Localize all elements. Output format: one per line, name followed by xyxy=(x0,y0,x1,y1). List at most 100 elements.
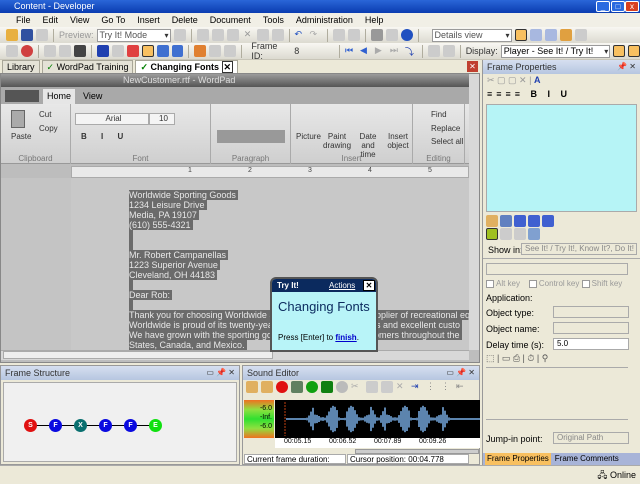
frame-node[interactable]: F xyxy=(99,419,112,432)
preview-go-icon[interactable] xyxy=(173,29,186,41)
panel-controls[interactable]: ▭ 📌 ✕ xyxy=(206,366,235,380)
action-select[interactable] xyxy=(486,263,628,275)
check-tab-icon[interactable] xyxy=(500,215,512,227)
scroll-thumb[interactable] xyxy=(3,351,273,359)
next-frame-icon[interactable]: ▶ xyxy=(375,45,387,57)
import-sound-icon[interactable] xyxy=(246,381,258,393)
display-mode2-icon[interactable] xyxy=(628,45,640,57)
undo-icon[interactable]: ↶ xyxy=(295,29,307,41)
shift-checkbox[interactable] xyxy=(581,279,590,288)
menu-delete[interactable]: Delete xyxy=(166,13,204,27)
menu-goto[interactable]: Go To xyxy=(95,13,131,27)
fit-icon[interactable]: ⇥ xyxy=(411,381,423,393)
pin-close-icons[interactable]: 📌 ✕ xyxy=(617,60,636,74)
marker2-icon[interactable]: ⋮ xyxy=(441,381,453,393)
view-select[interactable]: Details view xyxy=(431,28,512,42)
branch2-icon[interactable] xyxy=(442,45,455,57)
finish-link[interactable]: finish xyxy=(335,333,356,342)
menu-edit[interactable]: Edit xyxy=(37,13,65,27)
delete-icon[interactable]: ✕ xyxy=(396,381,408,393)
display-select[interactable]: Player - See It! / Try It! xyxy=(500,44,611,58)
action-icon[interactable] xyxy=(500,228,512,240)
record-icon[interactable] xyxy=(276,381,288,393)
tab-wordpad-training[interactable]: ✓ WordPad Training xyxy=(41,60,134,73)
cut-button[interactable]: Cut xyxy=(39,110,51,119)
tab-frame-comments[interactable]: Frame Comments xyxy=(553,453,621,465)
paste-icon[interactable] xyxy=(11,110,25,128)
frame-node[interactable]: E xyxy=(149,419,162,432)
paint-button[interactable]: Paint drawing xyxy=(323,132,351,150)
spellcheck-icon[interactable] xyxy=(385,29,398,41)
object-name-input[interactable] xyxy=(553,322,629,334)
paste-button[interactable]: Paste xyxy=(11,132,31,141)
delete-icon[interactable]: ✕ xyxy=(242,29,254,41)
action-icons[interactable]: ⬚ | ▭ ⎙ | ⏱ | ⚲ xyxy=(486,353,548,364)
play-icon[interactable] xyxy=(306,381,318,393)
ribbon-tab-view[interactable]: View xyxy=(83,91,102,101)
bucket-icon[interactable] xyxy=(528,228,540,240)
frame-prev-icon[interactable] xyxy=(171,45,184,57)
open-icon[interactable] xyxy=(6,29,18,41)
window-tab-icon[interactable] xyxy=(528,215,540,227)
find-button[interactable]: Find xyxy=(431,110,447,119)
panel-controls[interactable]: ▭ 📌 ✕ xyxy=(446,366,475,380)
screenshot2-icon[interactable] xyxy=(224,45,237,57)
control-checkbox[interactable] xyxy=(528,279,537,288)
menu-help[interactable]: Help xyxy=(359,13,390,27)
frame-node[interactable]: S xyxy=(24,419,37,432)
link-tab-icon[interactable] xyxy=(514,215,526,227)
picture-button[interactable]: Picture xyxy=(296,132,321,141)
frame-copy-icon[interactable] xyxy=(111,45,124,57)
action-tab-icon[interactable] xyxy=(486,215,498,227)
replace-button[interactable]: Replace xyxy=(431,124,460,133)
prev-frame-icon[interactable]: ◀ xyxy=(360,45,372,57)
branch-icon[interactable] xyxy=(427,45,440,57)
menu-file[interactable]: File xyxy=(10,13,37,27)
record-icon[interactable] xyxy=(6,45,18,57)
font-name-select[interactable]: Arial xyxy=(75,113,149,125)
last-frame-icon[interactable]: ⏭ xyxy=(390,45,402,57)
layout-horizontal-icon[interactable] xyxy=(529,29,542,41)
collapse-icon[interactable] xyxy=(347,29,360,41)
screenshot-icon[interactable] xyxy=(209,45,222,57)
save-icon[interactable] xyxy=(21,29,33,41)
checkin-icon[interactable] xyxy=(559,29,572,41)
menu-administration[interactable]: Administration xyxy=(290,13,359,27)
edit-icon[interactable] xyxy=(126,45,139,57)
close-tab-icon[interactable]: ✕ xyxy=(221,61,234,73)
copy-icon[interactable] xyxy=(211,29,224,41)
first-frame-icon[interactable]: ⏮ xyxy=(345,45,357,57)
frame-link-icon[interactable] xyxy=(96,45,109,57)
maximize-button[interactable]: □ xyxy=(611,1,625,12)
menu-view[interactable]: View xyxy=(64,13,95,27)
alt-checkbox[interactable] xyxy=(486,279,494,288)
frame-node[interactable]: F xyxy=(49,419,62,432)
mic-icon[interactable] xyxy=(291,381,303,393)
cut-icon[interactable]: ✂ xyxy=(351,381,363,393)
close-document-icon[interactable]: ✕ xyxy=(467,61,478,72)
tab-changing-fonts[interactable]: ✓ Changing Fonts ✕ xyxy=(135,60,239,73)
copy-icon[interactable] xyxy=(366,381,378,393)
delay-select[interactable]: 5.0 xyxy=(553,338,629,350)
paste-icon[interactable] xyxy=(226,29,239,41)
trim-icon[interactable]: ⇤ xyxy=(456,381,468,393)
copy-button[interactable]: Copy xyxy=(39,124,58,133)
frame-node[interactable]: F xyxy=(124,419,137,432)
print-icon[interactable] xyxy=(36,29,48,41)
help-icon[interactable] xyxy=(400,29,413,41)
hand-icon[interactable] xyxy=(514,228,526,240)
marker-icon[interactable]: ⋮ xyxy=(426,381,438,393)
export-sound-icon[interactable] xyxy=(261,381,273,393)
close-button[interactable]: x xyxy=(625,1,639,12)
refresh-icon[interactable] xyxy=(574,29,587,41)
wordpad-menu-button[interactable] xyxy=(5,90,39,102)
document-area[interactable]: Worldwide Sporting Goods 1234 Leisure Dr… xyxy=(1,178,469,350)
play-selection-icon[interactable] xyxy=(321,381,333,393)
find-icon[interactable] xyxy=(271,29,284,41)
frame-mode-icon[interactable] xyxy=(141,45,154,57)
frame-node[interactable]: X xyxy=(74,419,87,432)
vertical-scrollbar[interactable] xyxy=(469,74,479,350)
align-icons[interactable]: ≡≡≡≡ B I U xyxy=(487,89,571,99)
minimize-button[interactable]: _ xyxy=(596,1,610,12)
expand-icon[interactable] xyxy=(332,29,345,41)
